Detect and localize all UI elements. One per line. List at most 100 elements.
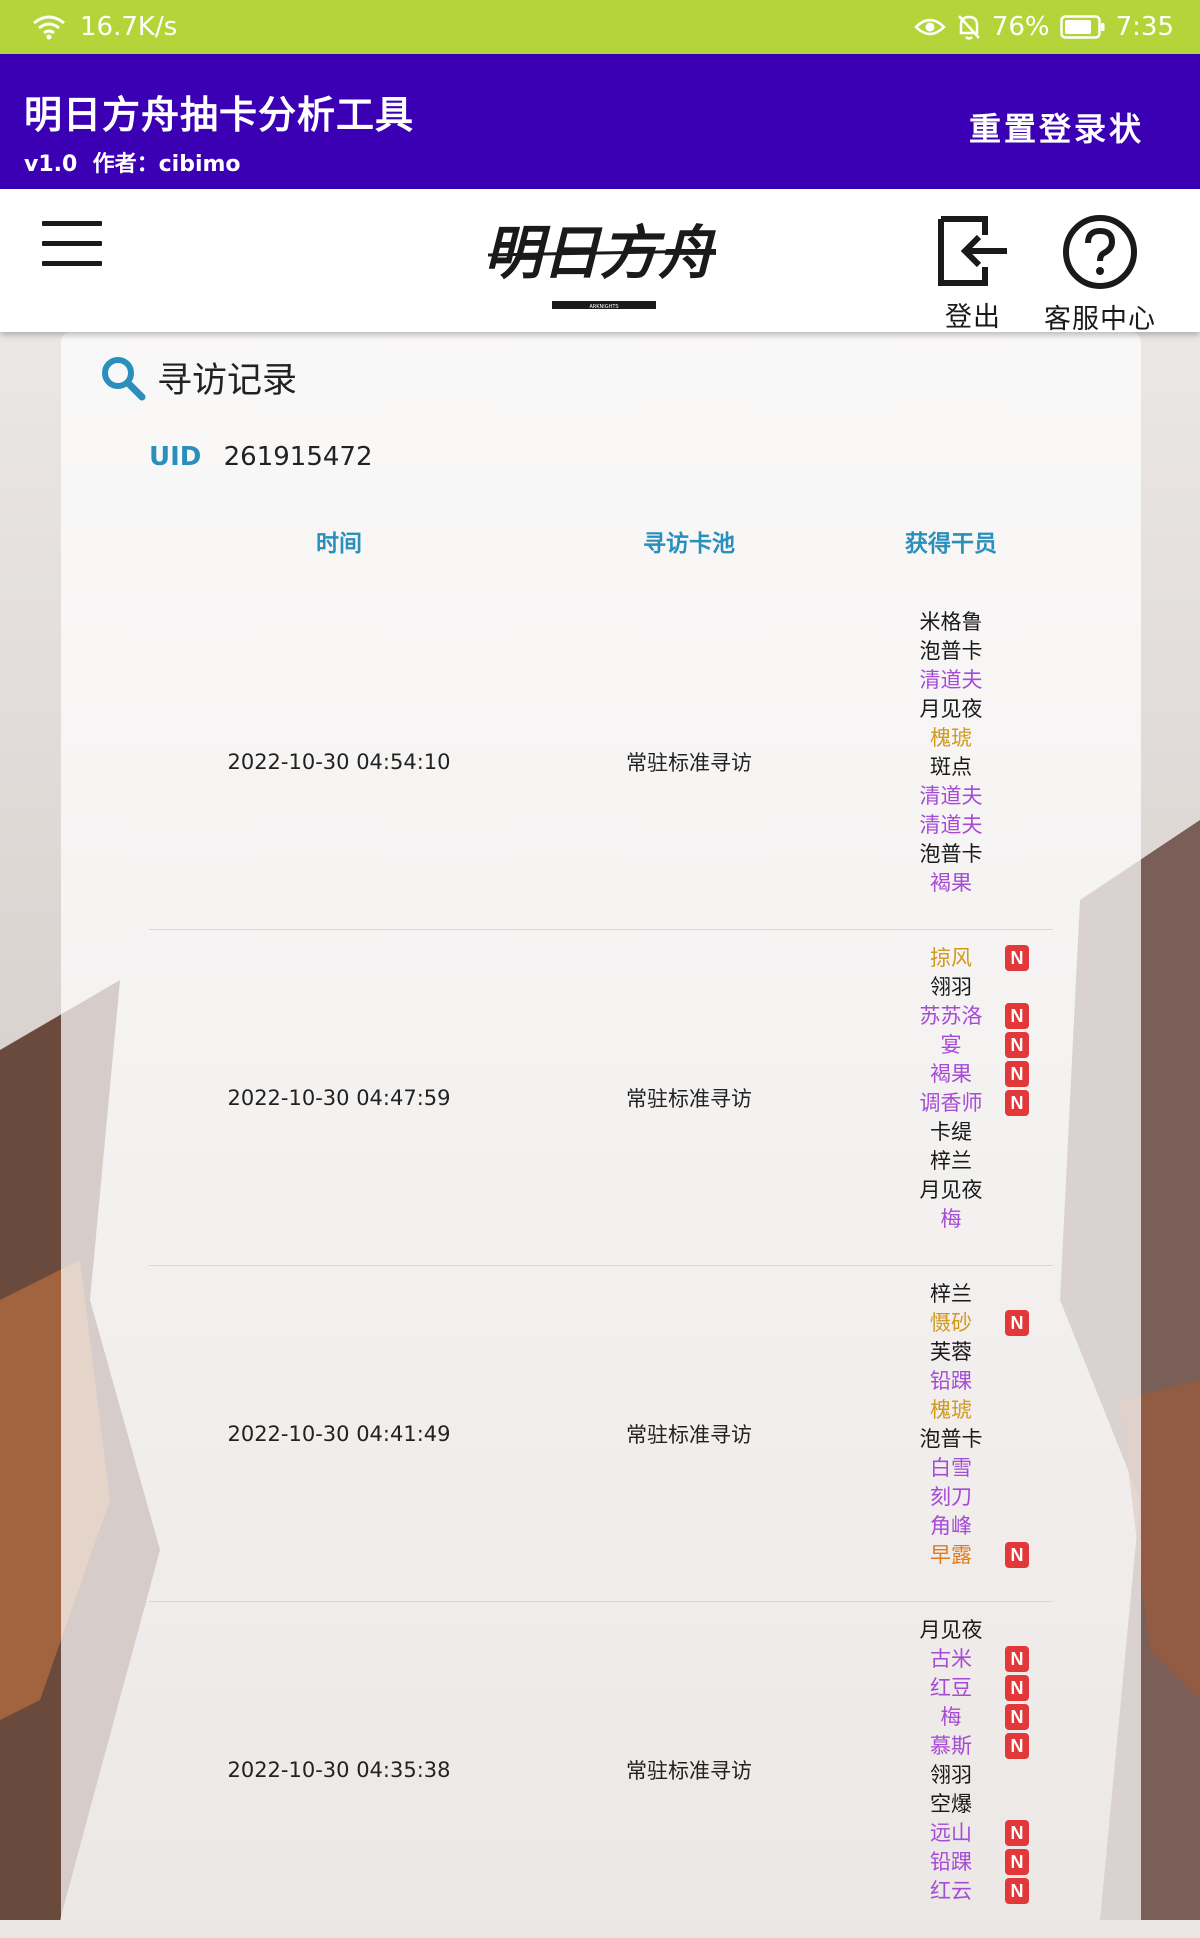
operator-item: 翎羽 [149,1761,1053,1790]
new-badge: N [1005,1003,1029,1029]
operator-name: 红豆 [930,1676,972,1700]
record-row: 2022-10-30 04:54:10 常驻标准寻访 米格鲁 泡普卡 清道夫 月见夜 槐琥斑… [149,594,1053,930]
operator-name: 清道夫 [919,813,983,837]
operator-item: 苏苏洛 N [149,1002,1053,1031]
operator-item: 梓兰 [149,1280,1053,1309]
operator-name: 梓兰 [930,1149,972,1173]
operator-item: 芙蓉 [149,1338,1053,1367]
operator-name: 斑点 [930,755,972,779]
operator-name: 槐琥 [930,1398,972,1422]
operator-item: 泡普卡 [149,840,1053,869]
operator-item: 槐琥 [149,1396,1053,1425]
operator-item: 梅N [149,1703,1053,1732]
uid-row: UID 261915472 [149,442,373,472]
header-pool: 寻访卡池 [643,531,735,557]
logout-button[interactable]: 登出 [928,213,1018,334]
operator-name: 泡普卡 [919,1427,983,1451]
operator-item: 红豆 N [149,1674,1053,1703]
new-badge: N [1005,1820,1029,1846]
operator-item: 斑点 [149,753,1053,782]
table-header: 时间 寻访卡池 获得干员 [149,524,1053,564]
operator-item: 泡普卡 [149,1425,1053,1454]
new-badge: N [1005,1733,1029,1759]
new-badge: N [1005,1061,1029,1087]
operator-name: 白雪 [930,1456,972,1480]
new-badge: N [1005,1542,1029,1568]
operator-item: 褐果 [149,869,1053,898]
customer-service-label: 客服中心 [1044,304,1156,335]
app-title-bar: 明日方舟抽卡分析工具 v1.0 作者：cibimo 重置登录状 [0,54,1200,189]
battery-icon [1059,15,1106,39]
header-operators: 获得干员 [905,531,997,557]
customer-service-button[interactable]: 客服中心 [1040,213,1160,336]
operator-item: 掠风 N [149,944,1053,973]
bell-muted-icon [956,13,982,41]
operator-item: 清道夫 [149,811,1053,840]
operator-name: 清道夫 [919,784,983,808]
operator-item: 慕斯 N [149,1732,1053,1761]
menu-icon[interactable] [42,221,102,267]
operator-name: 芙蓉 [930,1340,972,1364]
operator-item: 清道夫 [149,782,1053,811]
operator-name: 铅踝 [930,1369,972,1393]
operator-item: 月见夜 [149,695,1053,724]
new-badge: N [1005,1090,1029,1116]
operator-name: 清道夫 [919,668,983,692]
operator-name: 月见夜 [919,1178,983,1202]
app-title: 明日方舟抽卡分析工具 [24,93,415,137]
operator-name: 翎羽 [930,975,972,999]
new-badge: N [1005,1849,1029,1875]
operator-item: 调香师 N [149,1089,1053,1118]
operator-name: 梅 [940,1207,962,1231]
wifi-icon [32,14,66,40]
operator-name: 泡普卡 [919,842,983,866]
operator-name: 卡缇 [930,1120,972,1144]
operator-name: 红云 [930,1879,972,1903]
operator-name: 刻刀 [930,1485,972,1509]
operator-name: 远山 [930,1821,972,1845]
svg-text:ARKNIGHTS: ARKNIGHTS [589,304,618,310]
operator-name: 宴 [940,1033,962,1057]
operator-item: 月见夜 [149,1616,1053,1645]
operator-item: 空爆 [149,1790,1053,1819]
operator-item: 铅踝 [149,1367,1053,1396]
battery-percent: 76% [991,12,1050,42]
app-version-author: v1.0 作者：cibimo [24,152,241,177]
operator-name: 梅 [940,1705,962,1729]
operator-name: 褐果 [930,1062,972,1086]
operator-item: 泡普卡 [149,637,1053,666]
operator-item: 米格鲁 [149,608,1053,637]
operator-name: 古米 [930,1647,972,1671]
reset-login-button[interactable]: 重置登录状 [969,104,1144,150]
operator-item: 翎羽 [149,973,1053,1002]
logout-label: 登出 [945,302,1001,333]
operator-name: 泡普卡 [919,639,983,663]
operator-item: 白雪 [149,1454,1053,1483]
card-header: 寻访记录 [99,352,297,403]
operator-name: 空爆 [930,1792,972,1816]
header-time: 时间 [316,531,362,557]
operator-name: 翎羽 [930,1763,972,1787]
logout-icon [938,216,1007,286]
operator-item: 宴N [149,1031,1053,1060]
operator-name: 调香师 [919,1091,983,1115]
operator-item: 早露 N [149,1541,1053,1570]
operator-name: 苏苏洛 [919,1004,983,1028]
operator-name: 慑砂 [930,1311,972,1335]
new-badge: N [1005,1704,1029,1730]
gacha-record-card: 寻访记录 UID 261915472 时间 寻访卡池 获得干员 2022-10-… [61,332,1141,1920]
operator-item: 月见夜 [149,1176,1053,1205]
operator-name: 掠风 [930,946,972,970]
operator-item: 槐琥 [149,724,1053,753]
operator-item: 清道夫 [149,666,1053,695]
svg-text:明日方舟: 明日方舟 [484,219,716,287]
operator-name: 槐琥 [930,726,972,750]
operator-item: 古米 N [149,1645,1053,1674]
nav-bar: 明日方舟 ARKNIGHTS 登出 客服中心 [0,189,1200,335]
operator-name: 铅踝 [930,1850,972,1874]
search-icon [102,356,146,400]
new-badge: N [1005,1878,1029,1904]
operator-item: 卡缇 [149,1118,1053,1147]
arknights-logo: 明日方舟 ARKNIGHTS [484,219,716,310]
record-table: 2022-10-30 04:54:10 常驻标准寻访 米格鲁 泡普卡 清道夫 月见夜 槐琥斑… [149,594,1053,1938]
